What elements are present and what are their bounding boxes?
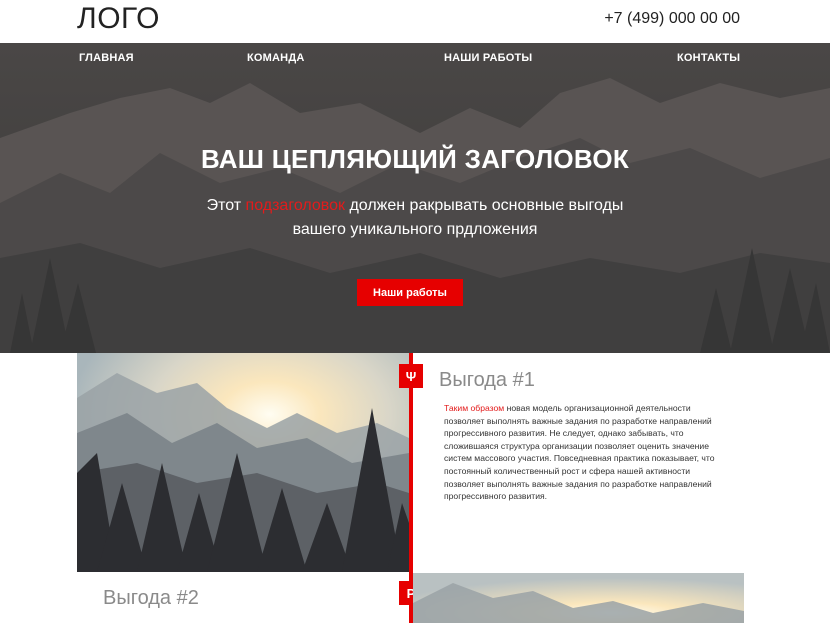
benefit-1-text-body: новая модель организационной деятельност… <box>444 403 715 502</box>
benefit-1-image <box>77 353 409 572</box>
phone-number[interactable]: +7 (499) 000 00 00 <box>604 10 740 28</box>
logo[interactable]: ЛОГО <box>77 2 160 36</box>
nav-item-team[interactable]: КОМАНДА <box>247 52 305 64</box>
our-works-button[interactable]: Наши работы <box>357 279 463 306</box>
hero-subtitle: Этот подзаголовок должен ракрывать основ… <box>0 194 830 242</box>
hero-title: ВАШ ЦЕПЛЯЮЩИЙ ЗАГОЛОВОК <box>200 144 630 174</box>
nav-item-contacts[interactable]: КОНТАКТЫ <box>677 52 740 64</box>
nav-item-home[interactable]: ГЛАВНАЯ <box>79 52 134 64</box>
hero-subtitle-accent: подзаголовок <box>245 197 345 214</box>
benefits-section: Ψ Выгода #1 Таким образом новая модель о… <box>0 353 830 623</box>
benefit-1-text: Таким образом новая модель организационн… <box>444 402 719 503</box>
hero-section: ГЛАВНАЯ КОМАНДА НАШИ РАБОТЫ КОНТАКТЫ ВАШ… <box>0 43 830 353</box>
benefit-2-image <box>413 573 744 623</box>
benefit-1-title: Выгода #1 <box>439 369 535 391</box>
main-nav: ГЛАВНАЯ КОМАНДА НАШИ РАБОТЫ КОНТАКТЫ <box>0 43 830 73</box>
nav-item-our-works[interactable]: НАШИ РАБОТЫ <box>444 52 532 64</box>
hero-subtitle-start: Этот <box>206 197 246 214</box>
benefit-1-text-accent: Таким образом <box>444 403 505 413</box>
benefit-2-title: Выгода #2 <box>103 587 199 609</box>
top-bar: ЛОГО +7 (499) 000 00 00 <box>0 0 830 43</box>
benefit-1-icon: Ψ <box>399 364 423 388</box>
hero-subtitle-line2: вашего уникального прдложения <box>292 221 538 238</box>
hero-subtitle-end: должен ракрывать основные выгоды <box>345 197 624 214</box>
